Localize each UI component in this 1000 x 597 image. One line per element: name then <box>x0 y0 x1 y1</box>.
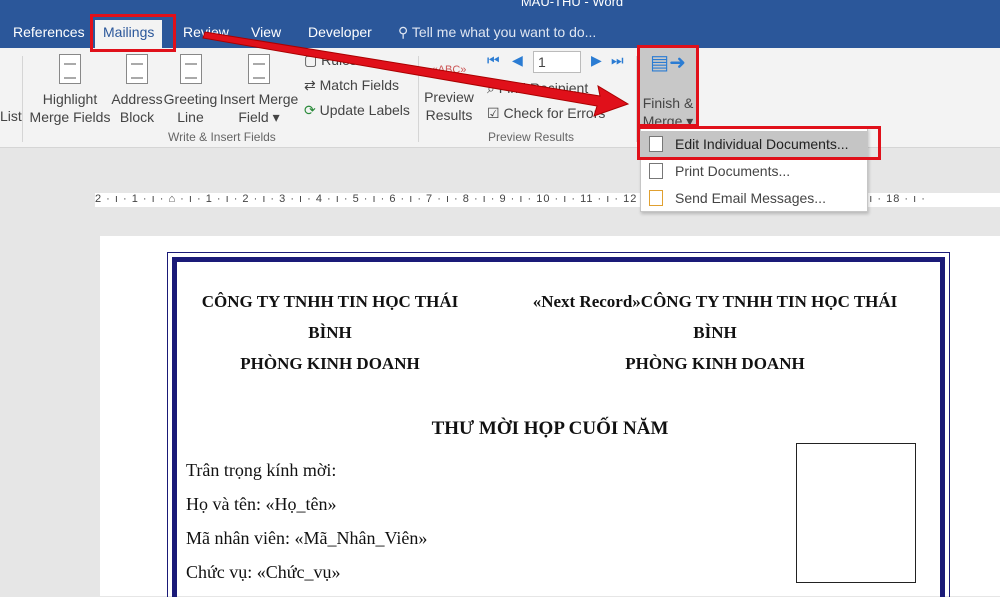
annotation-arrow <box>202 31 630 117</box>
